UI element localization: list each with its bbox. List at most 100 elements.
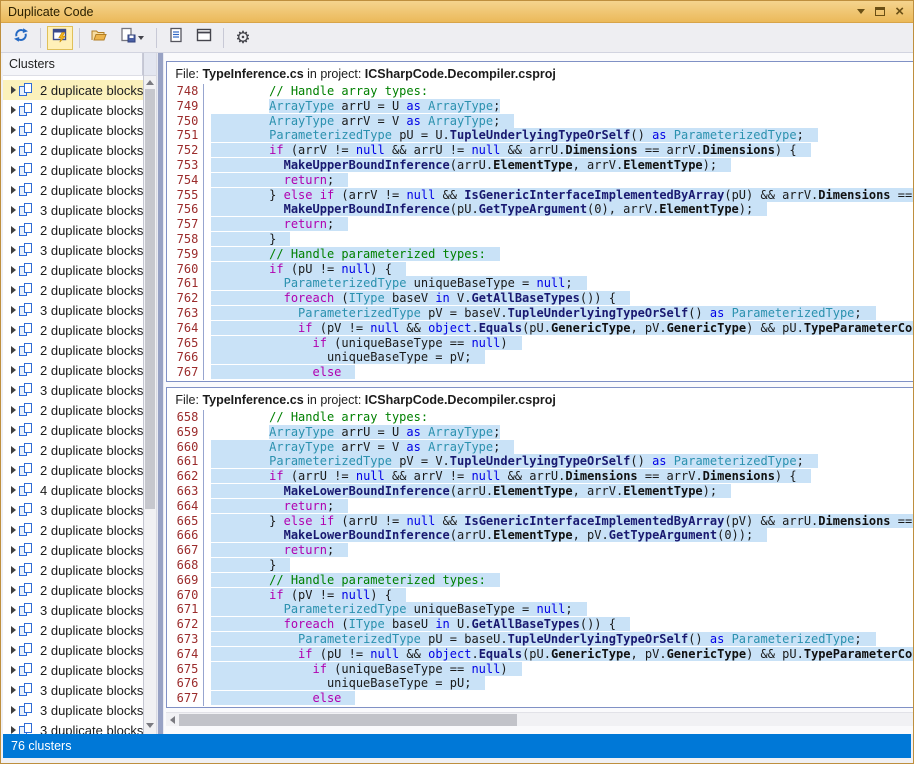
cluster-item[interactable]: 2 duplicate blocks: [3, 540, 143, 560]
code-area[interactable]: 748 // Handle array types:749 ArrayType …: [167, 84, 914, 380]
expander-icon[interactable]: [7, 466, 19, 474]
expander-icon[interactable]: [7, 86, 19, 94]
scroll-up-icon[interactable]: [144, 76, 156, 89]
duplicate-highlight: if (pU != null && object.Equals(pU.Gener…: [211, 647, 914, 661]
expander-icon[interactable]: [7, 406, 19, 414]
expander-icon[interactable]: [7, 626, 19, 634]
expander-icon[interactable]: [7, 646, 19, 654]
expander-icon[interactable]: [7, 186, 19, 194]
expander-icon[interactable]: [7, 106, 19, 114]
cluster-item[interactable]: 3 duplicate blocks: [3, 240, 143, 260]
open-folder-button[interactable]: [86, 26, 112, 50]
close-icon[interactable]: ×: [895, 6, 904, 18]
scrollbar-track[interactable]: [144, 89, 156, 719]
chevron-down-icon[interactable]: [857, 9, 865, 14]
cluster-item[interactable]: 2 duplicate blocks: [3, 340, 143, 360]
expander-icon[interactable]: [7, 146, 19, 154]
cluster-item[interactable]: 2 duplicate blocks: [3, 460, 143, 480]
pane-scrollbar-thumb[interactable]: [158, 53, 163, 734]
cluster-item[interactable]: 2 duplicate blocks: [3, 280, 143, 300]
duplicate-highlight: MakeLowerBoundInference(arrU.ElementType…: [211, 484, 731, 498]
expander-icon[interactable]: [7, 366, 19, 374]
title-bar[interactable]: Duplicate Code ×: [1, 1, 913, 23]
analyze-toggle-button[interactable]: [47, 26, 73, 50]
expander-icon[interactable]: [7, 286, 19, 294]
expander-icon[interactable]: [7, 346, 19, 354]
expander-icon[interactable]: [7, 166, 19, 174]
cluster-item[interactable]: 3 duplicate blocks: [3, 200, 143, 220]
cluster-item[interactable]: 2 duplicate blocks: [3, 560, 143, 580]
clusters-header[interactable]: Clusters: [3, 53, 143, 76]
cluster-item[interactable]: 3 duplicate blocks: [3, 500, 143, 520]
cluster-item[interactable]: 2 duplicate blocks: [3, 400, 143, 420]
new-window-button[interactable]: [191, 26, 217, 50]
report-button[interactable]: [163, 26, 189, 50]
cluster-item[interactable]: 2 duplicate blocks: [3, 320, 143, 340]
cluster-item[interactable]: 2 duplicate blocks: [3, 520, 143, 540]
cluster-item[interactable]: 2 duplicate blocks: [3, 640, 143, 660]
expander-icon[interactable]: [7, 326, 19, 334]
expander-icon[interactable]: [7, 506, 19, 514]
scroll-left-icon[interactable]: [166, 713, 179, 727]
expander-icon[interactable]: [7, 526, 19, 534]
save-dropdown-arrow-icon[interactable]: [138, 36, 144, 40]
scroll-down-icon[interactable]: [144, 719, 156, 732]
refresh-button[interactable]: [8, 26, 34, 50]
cluster-item[interactable]: 3 duplicate blocks: [3, 680, 143, 700]
expander-icon[interactable]: [7, 206, 19, 214]
expander-icon[interactable]: [7, 546, 19, 554]
expander-icon[interactable]: [7, 446, 19, 454]
line-number: 668: [167, 558, 203, 573]
cluster-item[interactable]: 2 duplicate blocks: [3, 360, 143, 380]
settings-button[interactable]: ⚙: [230, 26, 256, 50]
cluster-item[interactable]: 2 duplicate blocks: [3, 220, 143, 240]
code-area[interactable]: 658 // Handle array types:659 ArrayType …: [167, 410, 914, 706]
cluster-item[interactable]: 2 duplicate blocks: [3, 160, 143, 180]
cluster-item[interactable]: 2 duplicate blocks: [3, 100, 143, 120]
horizontal-scrollbar-thumb[interactable]: [179, 714, 517, 726]
expander-icon[interactable]: [7, 306, 19, 314]
expander-icon[interactable]: [7, 126, 19, 134]
expander-icon[interactable]: [7, 226, 19, 234]
pane-splitter[interactable]: [157, 53, 164, 734]
cluster-item[interactable]: 2 duplicate blocks: [3, 420, 143, 440]
expander-icon[interactable]: [7, 426, 19, 434]
expander-icon[interactable]: [7, 386, 19, 394]
cluster-item-label: 2 duplicate blocks: [40, 83, 143, 98]
code-line: 759 // Handle parameterized types:: [167, 247, 914, 262]
expander-icon[interactable]: [7, 666, 19, 674]
scrollbar-thumb[interactable]: [145, 89, 155, 509]
cluster-item[interactable]: 3 duplicate blocks: [3, 700, 143, 720]
expander-icon[interactable]: [7, 726, 19, 734]
cluster-item[interactable]: 3 duplicate blocks: [3, 600, 143, 620]
expander-icon[interactable]: [7, 706, 19, 714]
expander-icon[interactable]: [7, 246, 19, 254]
line-number: 659: [167, 425, 203, 440]
horizontal-scrollbar[interactable]: [166, 712, 914, 726]
cluster-item[interactable]: 3 duplicate blocks: [3, 380, 143, 400]
cluster-item[interactable]: 2 duplicate blocks: [3, 180, 143, 200]
cluster-item[interactable]: 3 duplicate blocks: [3, 720, 143, 734]
line-number: 762: [167, 291, 203, 306]
cluster-item[interactable]: 2 duplicate blocks: [3, 120, 143, 140]
clusters-scrollbar[interactable]: [144, 53, 157, 734]
save-button[interactable]: [114, 26, 150, 50]
cluster-item[interactable]: 2 duplicate blocks: [3, 140, 143, 160]
cluster-item[interactable]: 2 duplicate blocks: [3, 260, 143, 280]
maximize-icon[interactable]: [875, 7, 885, 16]
expander-icon[interactable]: [7, 266, 19, 274]
cluster-item[interactable]: 2 duplicate blocks: [3, 440, 143, 460]
cluster-item[interactable]: 3 duplicate blocks: [3, 300, 143, 320]
cluster-item[interactable]: 2 duplicate blocks: [3, 620, 143, 640]
expander-icon[interactable]: [7, 606, 19, 614]
cluster-item[interactable]: 2 duplicate blocks: [3, 660, 143, 680]
cluster-item[interactable]: 2 duplicate blocks: [3, 580, 143, 600]
expander-icon[interactable]: [7, 586, 19, 594]
clusters-list[interactable]: 2 duplicate blocks2 duplicate blocks2 du…: [3, 76, 143, 734]
expander-icon[interactable]: [7, 566, 19, 574]
expander-icon[interactable]: [7, 686, 19, 694]
cluster-item[interactable]: 2 duplicate blocks: [3, 80, 143, 100]
cluster-item[interactable]: 4 duplicate blocks: [3, 480, 143, 500]
expander-icon[interactable]: [7, 486, 19, 494]
status-bar: 76 clusters: [3, 734, 911, 758]
